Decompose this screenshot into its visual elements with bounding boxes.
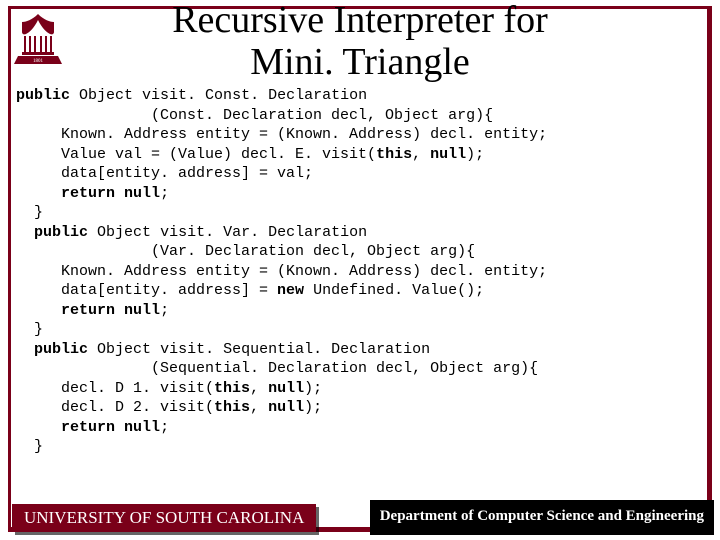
- title-line-1: Recursive Interpreter for: [172, 0, 548, 41]
- slide-title: Recursive Interpreter for Mini. Triangle: [0, 0, 720, 84]
- footer-department: Department of Computer Science and Engin…: [370, 500, 714, 535]
- keyword-public: public: [16, 87, 70, 104]
- title-line-2: Mini. Triangle: [250, 41, 470, 83]
- code-block: public Object visit. Const. Declaration …: [16, 86, 708, 457]
- keyword-public: public: [34, 224, 88, 241]
- footer-university: UNIVERSITY OF SOUTH CAROLINA: [12, 504, 316, 532]
- keyword-public: public: [34, 341, 88, 358]
